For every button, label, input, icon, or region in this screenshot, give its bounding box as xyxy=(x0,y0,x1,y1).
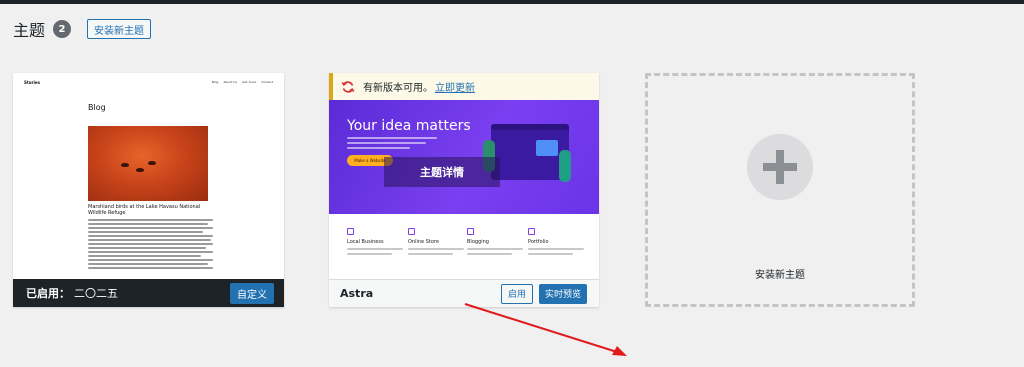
theme-screenshot[interactable]: Stories Blog About Us Get Yours Contact … xyxy=(13,73,284,279)
screenshot-nav-item: Contact xyxy=(261,80,273,84)
feature-name: Local Business xyxy=(347,239,384,245)
bird-shape xyxy=(148,161,156,165)
screenshot-hero-title: Your idea matters xyxy=(347,118,471,134)
update-notice-text: 有新版本可用。 xyxy=(363,83,433,94)
cart-icon xyxy=(408,228,415,235)
update-now-link[interactable]: 立即更新 xyxy=(435,79,475,94)
active-label: 已启用： xyxy=(26,287,70,300)
add-new-theme-button[interactable]: 安装新主题 xyxy=(87,19,152,39)
screenshot-hero-text xyxy=(347,137,437,152)
add-new-theme-card[interactable]: 安装新主题 xyxy=(645,73,915,307)
theme-card-astra[interactable]: 有新版本可用。 立即更新 Your idea matters Make a We… xyxy=(329,73,599,307)
screenshot-caption: Marshland birds at the Lake Havasu Natio… xyxy=(88,204,201,216)
add-new-theme-label: 安装新主题 xyxy=(755,270,805,281)
screenshot-nav-item: Blog xyxy=(211,80,219,84)
feature-item: Online Store xyxy=(408,228,464,255)
feature-name: Online Store xyxy=(408,239,439,245)
theme-card-active[interactable]: Stories Blog About Us Get Yours Contact … xyxy=(13,73,284,307)
feature-item: Portfolio xyxy=(528,228,584,255)
screenshot-nav-item: Get Yours xyxy=(242,80,257,84)
store-icon xyxy=(347,228,354,235)
screenshot-body-text xyxy=(88,219,213,271)
play-icon xyxy=(536,140,558,156)
screenshot-nav-item: About Us xyxy=(223,80,238,84)
screenshot-illustration xyxy=(491,124,569,180)
activate-button[interactable]: 启用 xyxy=(500,283,533,304)
feature-item: Local Business xyxy=(347,228,403,255)
feature-name: Blogging xyxy=(467,239,489,245)
screenshot-site-name: Stories xyxy=(24,80,40,85)
admin-bar xyxy=(0,0,1024,4)
page-header: 主题 2 安装新主题 xyxy=(13,17,152,41)
theme-screenshot[interactable]: Your idea matters Make a Website 主题详情 xyxy=(329,100,599,214)
feature-name: Portfolio xyxy=(528,239,549,245)
blog-icon xyxy=(467,228,474,235)
update-icon xyxy=(341,80,355,93)
illustration-person xyxy=(559,150,571,182)
portfolio-icon xyxy=(528,228,535,235)
customize-button[interactable]: 自定义 xyxy=(230,282,274,304)
screenshot-features: Local Business Online Store Blogging Por… xyxy=(329,214,599,279)
live-preview-button[interactable]: 实时预览 xyxy=(538,283,587,304)
bird-shape xyxy=(121,163,129,167)
screenshot-heading: Blog xyxy=(88,103,106,112)
theme-card-footer: Astra 启用 实时预览 xyxy=(329,279,599,307)
theme-card-footer: 已启用： 二〇二五 自定义 xyxy=(13,279,284,307)
theme-count-badge: 2 xyxy=(53,20,72,38)
update-notice: 有新版本可用。 立即更新 xyxy=(329,73,599,100)
plus-icon xyxy=(747,134,813,200)
page-title: 主题 xyxy=(13,21,46,40)
bird-shape xyxy=(136,168,144,172)
screenshot-nav: Blog About Us Get Yours Contact xyxy=(212,80,273,84)
theme-details-overlay[interactable]: 主题详情 xyxy=(384,157,500,187)
theme-name: Astra xyxy=(340,287,374,300)
feature-item: Blogging xyxy=(467,228,523,255)
theme-name: 二〇二五 xyxy=(74,287,118,300)
screenshot-photo xyxy=(88,126,208,201)
